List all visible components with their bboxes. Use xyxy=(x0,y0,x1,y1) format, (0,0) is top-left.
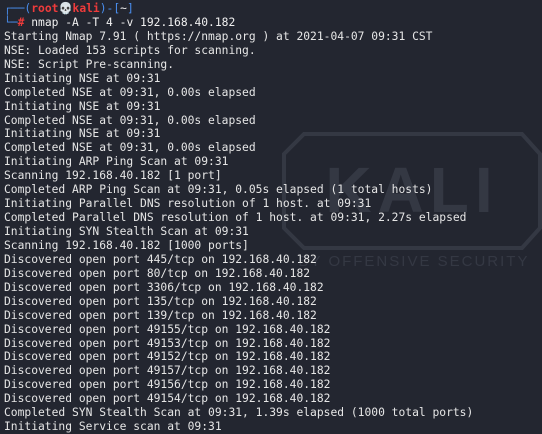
output-line: Discovered open port 80/tcp on 192.168.4… xyxy=(4,266,311,280)
output-line: Discovered open port 49156/tcp on 192.16… xyxy=(4,378,331,392)
prompt-path: ~ xyxy=(120,2,127,15)
output-line: Initiating Parallel DNS resolution of 1 … xyxy=(4,197,372,211)
output-line: Completed Parallel DNS resolution of 1 h… xyxy=(4,211,467,225)
output-line: Discovered open port 49155/tcp on 192.16… xyxy=(4,322,331,336)
output-line: Initiating NSE at 09:31 xyxy=(4,99,161,113)
prompt-user: root xyxy=(31,2,59,15)
terminal-content: ┌──(root💀kali)-[~] └─# nmap -A -T 4 -v 1… xyxy=(4,2,542,434)
prompt-line-top: ┌──(root💀kali)-[~] xyxy=(4,2,542,16)
output-line: Discovered open port 49154/tcp on 192.16… xyxy=(4,392,331,406)
prompt-host: kali xyxy=(72,2,100,15)
prompt-path-open: )-[ xyxy=(99,2,121,15)
prompt-corner-bottom: └─ xyxy=(4,15,18,29)
output-line: Discovered open port 3306/tcp on 192.168… xyxy=(4,280,324,294)
output-line: Scanning 192.168.40.182 [1000 ports] xyxy=(4,238,249,252)
terminal-window[interactable]: KALI BY OFFENSIVE SECURITY ┌──(root💀kali… xyxy=(0,0,542,434)
output-line: NSE: Loaded 153 scripts for scanning. xyxy=(4,43,256,57)
command-output: Starting Nmap 7.91 ( https://nmap.org ) … xyxy=(4,30,542,434)
output-line: Completed SYN Stealth Scan at 09:31, 1.3… xyxy=(4,406,474,420)
skull-icon: 💀 xyxy=(58,2,73,15)
output-line: Initiating ARP Ping Scan at 09:31 xyxy=(4,155,229,169)
output-line: Initiating NSE at 09:31 xyxy=(4,127,161,141)
command-text: nmap -A -T 4 -v 192.168.40.182 xyxy=(24,15,236,29)
output-line: Discovered open port 49157/tcp on 192.16… xyxy=(4,364,331,378)
prompt-corner-top: ┌──( xyxy=(4,2,32,15)
output-line: Discovered open port 139/tcp on 192.168.… xyxy=(4,308,317,322)
output-line: Completed NSE at 09:31, 0.00s elapsed xyxy=(4,141,256,155)
output-line: Discovered open port 445/tcp on 192.168.… xyxy=(4,252,317,266)
output-line: Completed NSE at 09:31, 0.00s elapsed xyxy=(4,113,256,127)
output-line: Discovered open port 135/tcp on 192.168.… xyxy=(4,294,317,308)
output-line: Completed ARP Ping Scan at 09:31, 0.05s … xyxy=(4,183,433,197)
output-line: Scanning 192.168.40.182 [1 port] xyxy=(4,169,222,183)
output-line: Completed NSE at 09:31, 0.00s elapsed xyxy=(4,85,256,99)
output-line: NSE: Script Pre-scanning. xyxy=(4,57,175,71)
output-line: Starting Nmap 7.91 ( https://nmap.org ) … xyxy=(4,29,433,43)
prompt-path-close: ] xyxy=(126,2,134,15)
output-line: Initiating Service scan at 09:31 xyxy=(4,420,222,434)
prompt-line-command: └─# nmap -A -T 4 -v 192.168.40.182 xyxy=(4,16,542,30)
output-line: Initiating SYN Stealth Scan at 09:31 xyxy=(4,225,249,238)
output-line: Discovered open port 49153/tcp on 192.16… xyxy=(4,336,331,350)
output-line: Initiating NSE at 09:31 xyxy=(4,71,161,85)
output-line: Discovered open port 49152/tcp on 192.16… xyxy=(4,350,331,364)
